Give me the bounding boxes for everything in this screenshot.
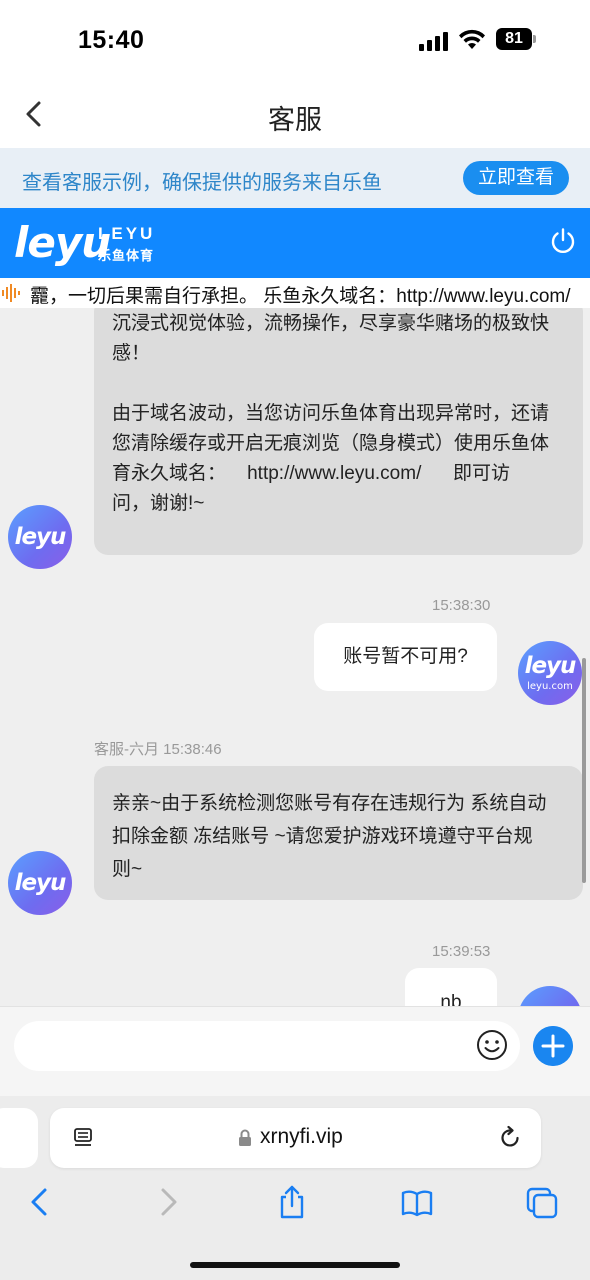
view-now-button[interactable]: 立即查看 [463,161,569,195]
browser-toolbar: xrnyfi.vip [0,1096,590,1280]
nav-header: 客服 [0,80,590,148]
agent-message-bubble: 亲亲~由于系统检测您账号有存在违规行为 系统自动 扣除金额 冻结账号 ~请您爱护… [94,766,583,900]
user-message-bubble: nb [405,968,497,1006]
home-indicator [190,1262,400,1268]
battery-icon: 81 [496,28,536,50]
chat-scrollbar[interactable] [582,658,586,883]
message-input-bar [0,1006,590,1096]
agent-avatar: leyu [8,851,72,915]
brand-logo-cn: 乐鱼体育 [98,248,155,263]
message-line [112,369,565,399]
plus-icon[interactable] [533,1026,573,1066]
message-timestamp: 15:39:53 [432,943,491,960]
page-title: 客服 [268,105,322,135]
reader-icon[interactable] [72,1126,96,1150]
agent-message-bubble: 沉浸式视觉体验，流畅操作，尽享豪华赌场的极致快 感！ 由于域名波动，当您访问乐鱼… [94,308,583,555]
previous-tab-preview[interactable] [0,1108,38,1168]
message-line: 感！ [112,343,151,364]
marquee-text: 龗，一切后果需自行承担。 乐鱼永久域名：http://www.leyu.com/ [30,286,571,307]
message-line: 您清除缓存或开启无痕浏览（隐身模式）使用乐鱼体 [112,433,550,454]
user-message-bubble: 账号暂不可用? [314,623,497,691]
brand-logo-en: LEYU [98,224,156,243]
user-avatar [518,986,582,1006]
power-icon[interactable] [549,227,577,255]
share-icon[interactable] [275,1184,309,1220]
emoji-icon[interactable] [476,1029,508,1061]
cellular-signal-icon [419,31,449,51]
lock-icon [239,1129,251,1146]
user-avatar: leyu leyu.com [518,641,582,705]
bookmarks-icon[interactable] [400,1184,434,1220]
url-text: xrnyfi.vip [260,1125,343,1148]
message-line: 问，谢谢!~ [112,493,205,514]
message-line: 育永久域名： http://www.leyu.com/ 即可访 [112,463,511,484]
announcement-marquee: 龗，一切后果需自行承担。 乐鱼永久域名：http://www.leyu.com/ [0,278,590,308]
brand-logo: leyu [14,218,111,267]
message-sender: 客服-六月 15:38:46 [94,741,222,758]
message-line: 亲亲~由于系统检测您账号有存在违规行为 系统自动 [112,793,547,814]
message-line: 沉浸式视觉体验，流畅操作，尽享豪华赌场的极致快 [112,313,550,334]
status-bar: 15:40 81 [0,0,590,80]
message-line: 扣除金额 冻结账号 ~请您爱护游戏环境遵守平台规 [112,826,533,847]
message-line: 由于域名波动，当您访问乐鱼体育出现异常时，还请 [112,403,550,424]
message-line: 则~ [112,859,143,880]
back-chevron-icon[interactable] [23,1184,57,1220]
status-time: 15:40 [78,26,145,54]
verify-banner: 查看客服示例，确保提供的服务来自乐鱼 立即查看 [0,148,590,208]
forward-chevron-icon[interactable] [151,1184,185,1220]
message-timestamp: 15:38:30 [432,597,491,614]
sound-wave-icon [2,284,20,302]
address-bar[interactable]: xrnyfi.vip [50,1108,541,1168]
message-input[interactable] [14,1021,520,1071]
brand-header: leyu LEYU 乐鱼体育 [0,208,590,278]
chat-area[interactable]: 沉浸式视觉体验，流畅操作，尽享豪华赌场的极致快 感！ 由于域名波动，当您访问乐鱼… [0,308,590,1006]
battery-level: 81 [496,28,532,50]
message-text: nb [440,992,462,1006]
tabs-icon[interactable] [525,1184,559,1220]
banner-text: 查看客服示例，确保提供的服务来自乐鱼 [22,172,382,194]
wifi-icon [459,29,485,49]
agent-avatar: leyu [8,505,72,569]
reload-icon[interactable] [497,1125,523,1151]
message-text: 账号暂不可用? [343,646,468,667]
